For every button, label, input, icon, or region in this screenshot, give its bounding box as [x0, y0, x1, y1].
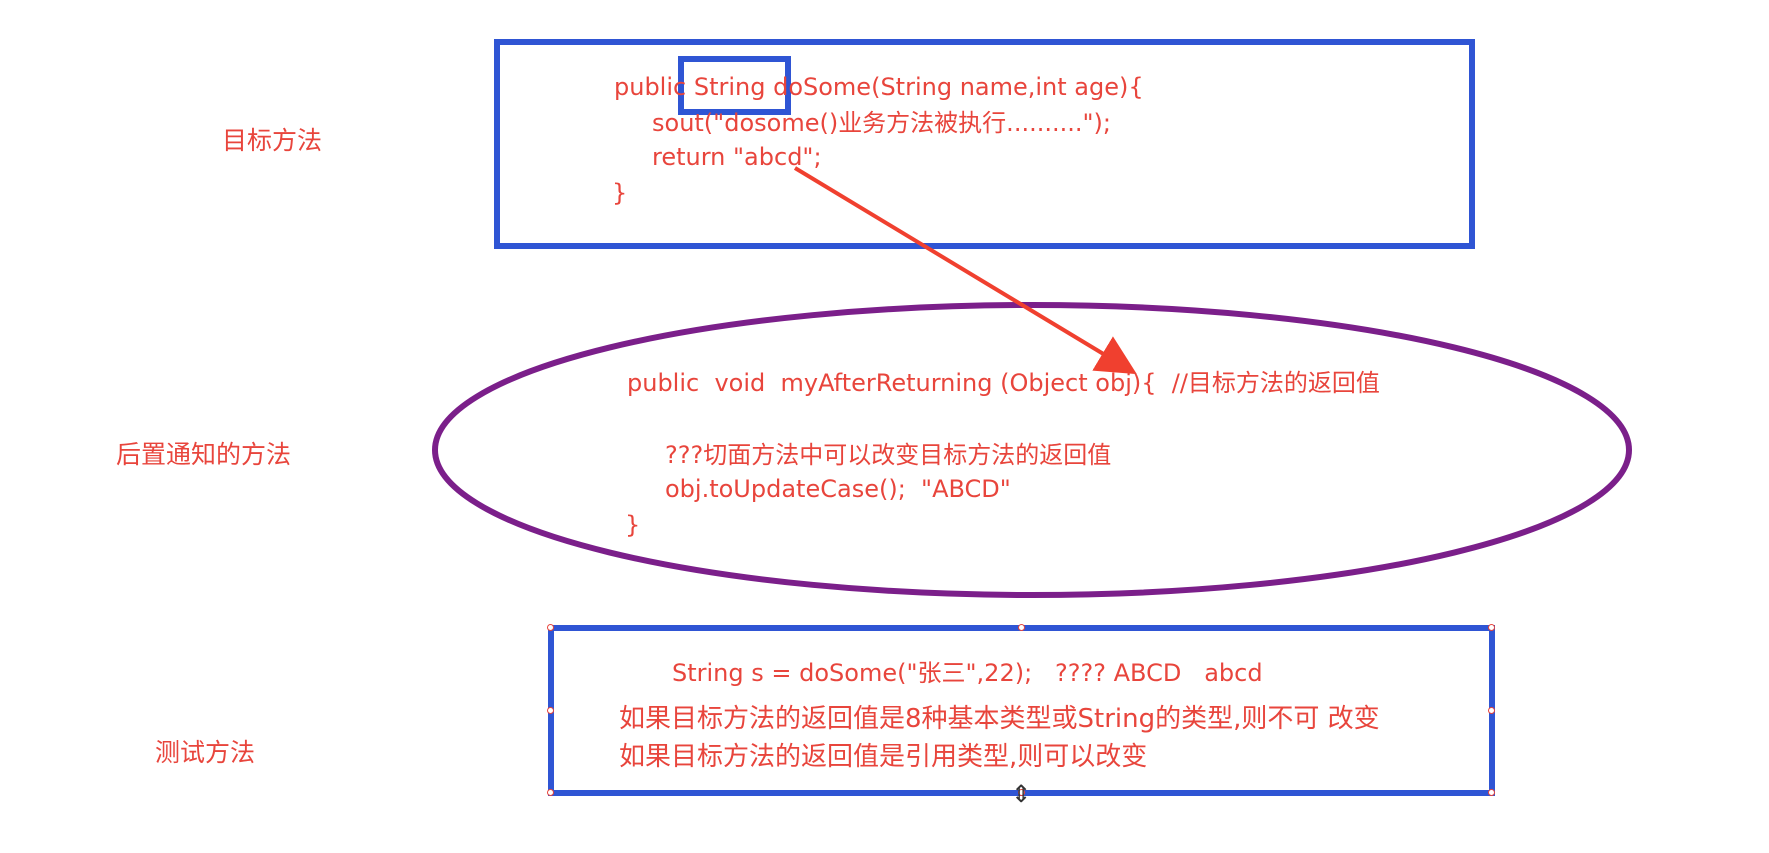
resize-handle-bottom-right[interactable]	[1488, 789, 1495, 796]
advice-code-line-3: obj.toUpdateCase(); "ABCD"	[665, 475, 1011, 503]
resize-handle-bottom-left[interactable]	[547, 789, 554, 796]
after-advice-method-label: 后置通知的方法	[116, 440, 292, 469]
target-method-label: 目标方法	[222, 126, 323, 155]
advice-code-line-1: public void myAfterReturning (Object obj…	[627, 369, 1380, 397]
target-code-line-2: sout("dosome()业务方法被执行..........");	[652, 109, 1111, 137]
resize-handle-top-right[interactable]	[1488, 624, 1495, 631]
return-value-arrow	[793, 166, 1137, 375]
resize-handle-top-left[interactable]	[547, 624, 554, 631]
target-code-line-1: public String doSome(String name,int age…	[614, 73, 1144, 101]
advice-code-line-2: ???切面方法中可以改变目标方法的返回值	[665, 441, 1112, 469]
test-method-label: 测试方法	[155, 738, 256, 767]
advice-code-line-4: }	[625, 511, 641, 539]
test-note-line-1: 如果目标方法的返回值是8种基本类型或String的类型,则不可 改变	[619, 704, 1380, 734]
target-code-line-4: }	[612, 179, 628, 207]
resize-handle-middle-right[interactable]	[1488, 707, 1495, 714]
resize-cursor-icon: ⇕	[1011, 780, 1032, 808]
target-code-line-3: return "abcd";	[652, 143, 822, 171]
resize-handle-middle-left[interactable]	[547, 707, 554, 714]
test-note-line-2: 如果目标方法的返回值是引用类型,则可以改变	[619, 742, 1148, 772]
resize-handle-top-middle[interactable]	[1018, 624, 1025, 631]
test-code-line-1: String s = doSome("张三",22); ???? ABCD ab…	[672, 659, 1263, 687]
